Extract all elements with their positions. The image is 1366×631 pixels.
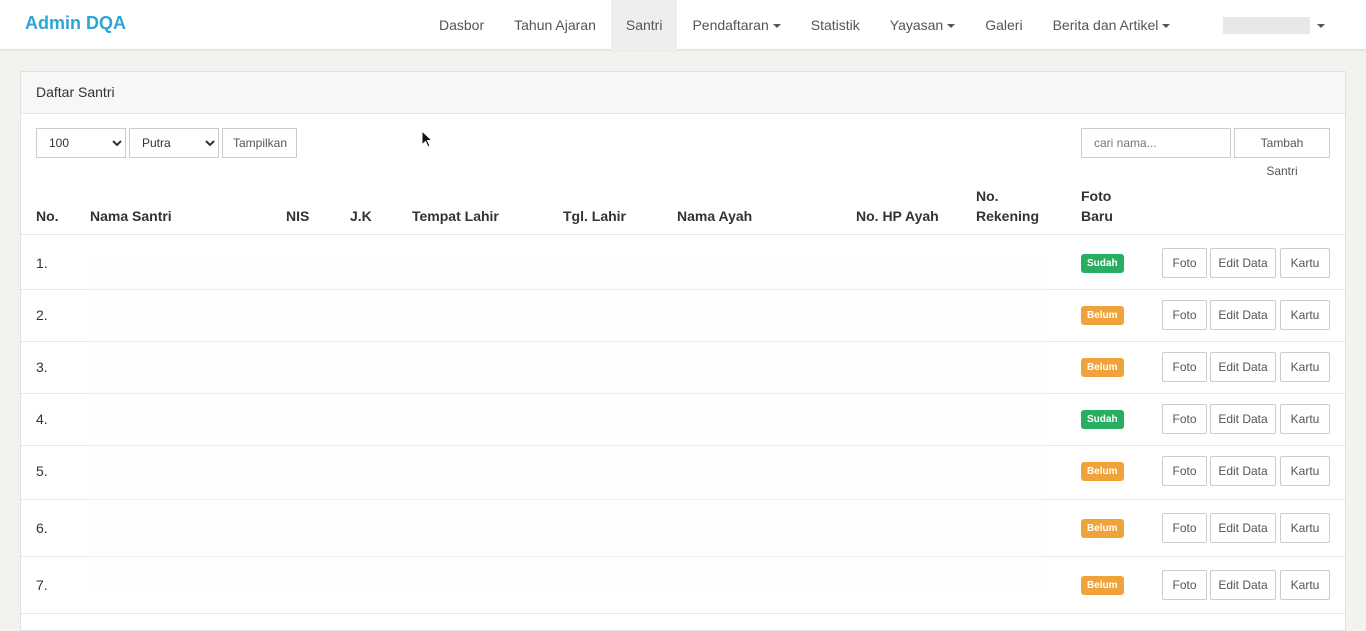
limit-select[interactable]: 100: [36, 128, 126, 158]
gender-select[interactable]: Putra: [129, 128, 219, 158]
col-jk: J.K: [350, 208, 372, 224]
foto-button[interactable]: Foto: [1162, 352, 1207, 382]
row-number: 1.: [36, 255, 48, 271]
main-nav: Dasbor Tahun Ajaran Santri Pendaftaran Stati…: [424, 0, 1185, 50]
foto-button[interactable]: Foto: [1162, 300, 1207, 330]
nav-item-label: Tahun Ajaran: [514, 17, 596, 33]
foto-button[interactable]: Foto: [1162, 456, 1207, 486]
status-badge: Sudah: [1081, 410, 1124, 429]
chevron-down-icon: [1162, 24, 1171, 29]
status-badge: Belum: [1081, 358, 1124, 377]
chevron-down-icon: [947, 24, 956, 29]
search-input[interactable]: [1081, 128, 1231, 158]
col-rekening: No. Rekening: [976, 188, 1040, 224]
foto-button[interactable]: Foto: [1162, 404, 1207, 434]
row-number: 7.: [36, 577, 48, 593]
nav-item-tahun-ajaran[interactable]: Tahun Ajaran: [499, 0, 611, 50]
nav-item-label: Galeri: [985, 17, 1023, 33]
row-number: 6.: [36, 520, 48, 536]
brand-logo[interactable]: Admin DQA: [25, 13, 126, 34]
col-ayah: Nama Ayah: [677, 208, 753, 224]
edit-button[interactable]: Edit Data: [1210, 570, 1276, 600]
nav-item-yayasan[interactable]: Yayasan: [875, 0, 970, 50]
edit-button[interactable]: Edit Data: [1210, 352, 1276, 382]
chevron-down-icon[interactable]: [1317, 24, 1325, 28]
privacy-blur: [88, 258, 1046, 592]
status-badge: Belum: [1081, 306, 1124, 325]
top-navbar: Admin DQA Dasbor Tahun Ajaran Santri Pendaf…: [0, 0, 1366, 50]
status-badge: Sudah: [1081, 254, 1124, 273]
panel-title: Daftar Santri: [21, 72, 1345, 114]
nav-item-santri[interactable]: Santri: [610, 0, 678, 50]
edit-button[interactable]: Edit Data: [1210, 300, 1276, 330]
col-tempat: Tempat Lahir: [412, 208, 499, 224]
kartu-button[interactable]: Kartu: [1280, 456, 1330, 486]
nav-item-label: Dasbor: [439, 17, 485, 33]
col-nis: NIS: [286, 208, 310, 224]
foto-button[interactable]: Foto: [1162, 248, 1207, 278]
nav-item-label: Santri: [625, 17, 663, 33]
row-number: 4.: [36, 411, 48, 427]
row-divider: [21, 613, 1345, 614]
edit-button[interactable]: Edit Data: [1210, 513, 1276, 543]
status-badge: Belum: [1081, 462, 1124, 481]
nav-item-pendaftaran[interactable]: Pendaftaran: [677, 0, 795, 50]
kartu-button[interactable]: Kartu: [1280, 513, 1330, 543]
nav-item-dasbor[interactable]: Dasbor: [424, 0, 499, 50]
nav-item-label: Pendaftaran: [692, 17, 769, 33]
col-tgl: Tgl. Lahir: [563, 208, 626, 224]
nav-item-label: Yayasan: [889, 17, 944, 33]
header-divider: [21, 234, 1345, 235]
kartu-button[interactable]: Kartu: [1280, 352, 1330, 382]
foto-button[interactable]: Foto: [1162, 570, 1207, 600]
row-number: 3.: [36, 359, 48, 375]
kartu-button[interactable]: Kartu: [1280, 248, 1330, 278]
status-badge: Belum: [1081, 576, 1124, 595]
nav-item-galeri[interactable]: Galeri: [970, 0, 1037, 50]
row-number: 5.: [36, 463, 48, 479]
col-foto: Foto Baru: [1081, 188, 1113, 224]
chevron-down-icon: [772, 24, 781, 29]
show-button[interactable]: Tampilkan: [222, 128, 297, 158]
col-nama: Nama Santri: [90, 208, 172, 224]
nav-item-berita-dan-artikel[interactable]: Berita dan Artikel: [1038, 0, 1186, 50]
row-number: 2.: [36, 307, 48, 323]
edit-button[interactable]: Edit Data: [1210, 456, 1276, 486]
add-santri-button[interactable]: Tambah Santri: [1234, 128, 1330, 178]
kartu-button[interactable]: Kartu: [1280, 570, 1330, 600]
kartu-button[interactable]: Kartu: [1280, 404, 1330, 434]
nav-item-label: Statistik: [810, 17, 860, 33]
cursor-icon: [421, 130, 433, 148]
foto-button[interactable]: Foto: [1162, 513, 1207, 543]
edit-button[interactable]: Edit Data: [1210, 248, 1276, 278]
kartu-button[interactable]: Kartu: [1280, 300, 1330, 330]
nav-item-label: Berita dan Artikel: [1052, 17, 1159, 33]
col-hp: No. HP Ayah: [856, 208, 939, 224]
user-menu[interactable]: [1223, 17, 1310, 34]
nav-item-statistik[interactable]: Statistik: [796, 0, 875, 50]
col-no: No.: [36, 208, 59, 224]
status-badge: Belum: [1081, 519, 1124, 538]
edit-button[interactable]: Edit Data: [1210, 404, 1276, 434]
